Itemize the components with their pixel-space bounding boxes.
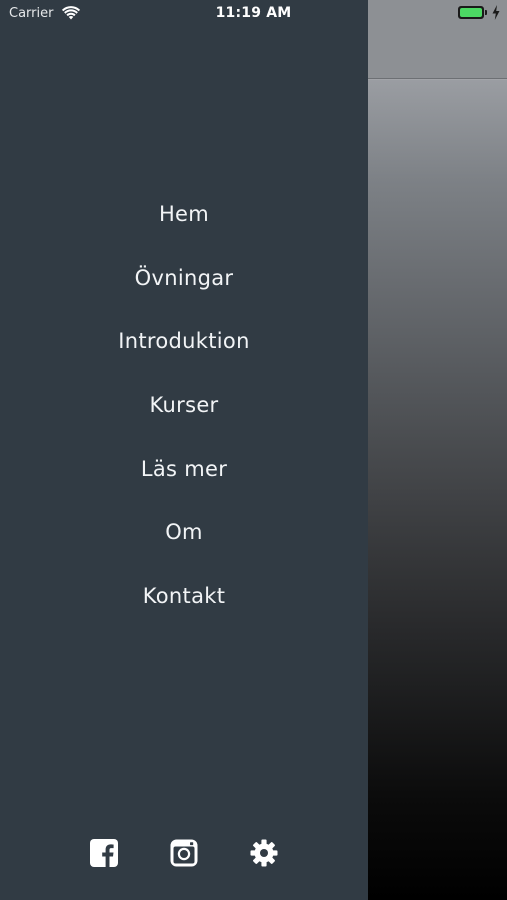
menu-item-hem[interactable]: Hem — [0, 183, 368, 247]
menu-item-las-mer[interactable]: Läs mer — [0, 438, 368, 502]
instagram-icon — [170, 839, 198, 867]
settings-button[interactable] — [249, 838, 279, 868]
menu-item-introduktion[interactable]: Introduktion — [0, 310, 368, 374]
battery-icon — [458, 6, 484, 19]
status-bar: Carrier 11:19 AM — [0, 0, 507, 28]
instagram-button[interactable] — [169, 838, 199, 868]
menu-item-kurser[interactable]: Kurser — [0, 374, 368, 438]
drawer-footer — [0, 838, 368, 870]
menu-item-ovningar[interactable]: Övningar — [0, 247, 368, 311]
facebook-button[interactable] — [89, 838, 119, 868]
status-time: 11:19 AM — [215, 5, 292, 21]
charging-bolt-icon — [492, 5, 500, 20]
facebook-icon — [90, 839, 118, 867]
drawer-menu: Hem Övningar Introduktion Kurser Läs mer… — [0, 183, 368, 629]
background-header-divider — [368, 78, 507, 79]
side-drawer: Hem Övningar Introduktion Kurser Läs mer… — [0, 0, 368, 900]
gear-icon — [250, 839, 278, 867]
menu-item-om[interactable]: Om — [0, 501, 368, 565]
background-content — [368, 0, 507, 900]
menu-item-kontakt[interactable]: Kontakt — [0, 565, 368, 629]
battery-cap — [485, 10, 487, 15]
battery-level-fill — [460, 8, 482, 17]
